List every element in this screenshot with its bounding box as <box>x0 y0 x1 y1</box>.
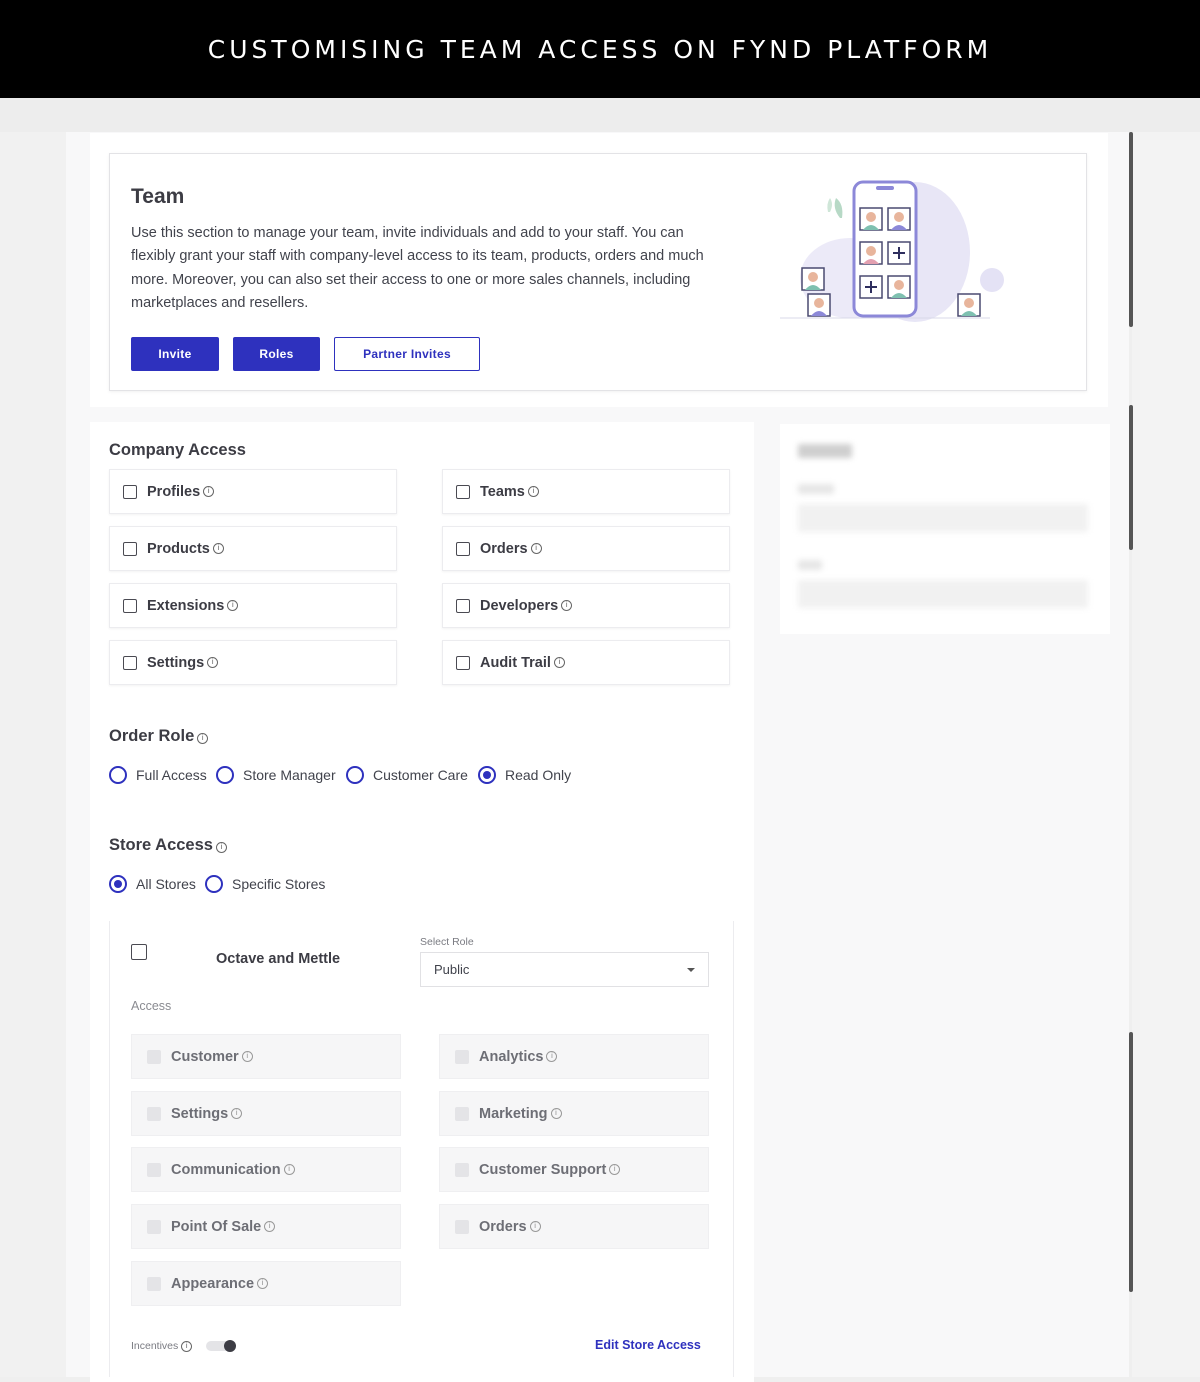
store-access-title: Store Access i <box>109 836 227 855</box>
team-illustration <box>780 180 1004 322</box>
info-icon: i <box>609 1164 621 1175</box>
incentives-toggle[interactable] <box>204 1339 238 1353</box>
checkbox-disabled <box>147 1106 161 1121</box>
company-access-developers[interactable]: Developers i <box>442 583 730 628</box>
checkbox-disabled <box>455 1162 469 1177</box>
tutorial-banner: CUSTOMISING TEAM ACCESS ON FYND PLATFORM <box>0 0 1200 98</box>
checkbox-disabled <box>147 1049 161 1064</box>
info-icon[interactable]: i <box>207 657 219 668</box>
radio-store-manager[interactable]: Store Manager <box>216 766 336 784</box>
info-icon[interactable]: i <box>527 486 539 497</box>
company-access-title: Company Access <box>109 441 246 459</box>
info-icon: i <box>241 1051 253 1062</box>
store-access-settings: Settings i <box>131 1091 401 1136</box>
right-gutter <box>1132 132 1200 1377</box>
info-icon[interactable]: i <box>203 486 215 497</box>
company-access-settings[interactable]: Settings i <box>109 640 397 685</box>
radio-read-only[interactable]: Read Only <box>478 766 571 784</box>
company-access-extensions[interactable]: Extensions i <box>109 583 397 628</box>
radio-button[interactable] <box>346 766 364 784</box>
info-icon[interactable]: i <box>553 657 565 668</box>
checkbox[interactable] <box>123 598 137 613</box>
checkbox[interactable] <box>456 598 470 613</box>
store-checkbox[interactable] <box>131 944 147 960</box>
radio-button-selected[interactable] <box>478 766 496 784</box>
radio-button[interactable] <box>205 875 223 893</box>
left-gutter <box>0 132 66 1377</box>
details-panel-blurred <box>780 424 1110 634</box>
company-access-audit-trail[interactable]: Audit Trail i <box>442 640 730 685</box>
radio-customer-care[interactable]: Customer Care <box>346 766 468 784</box>
checkbox-disabled <box>455 1219 469 1234</box>
company-access-orders[interactable]: Orders i <box>442 526 730 571</box>
access-label: Access <box>131 999 172 1013</box>
roles-button[interactable]: Roles <box>233 337 320 371</box>
store-access-appearance: Appearance i <box>131 1261 401 1306</box>
info-icon: i <box>283 1164 295 1175</box>
store-access-marketing: Marketing i <box>439 1091 709 1136</box>
info-icon: i <box>529 1221 541 1232</box>
radio-full-access[interactable]: Full Access <box>109 766 207 784</box>
checkbox[interactable] <box>456 484 470 499</box>
checkbox[interactable] <box>123 655 137 670</box>
radio-specific-stores[interactable]: Specific Stores <box>205 875 325 893</box>
info-icon[interactable]: i <box>561 600 573 611</box>
partner-invites-button[interactable]: Partner Invites <box>334 337 480 371</box>
incentives-label: Incentives i <box>131 1340 193 1352</box>
company-access-teams[interactable]: Teams i <box>442 469 730 514</box>
checkbox-disabled <box>455 1049 469 1064</box>
checkbox[interactable] <box>123 541 137 556</box>
radio-button-selected[interactable] <box>109 875 127 893</box>
info-icon: i <box>257 1278 269 1289</box>
checkbox-disabled <box>455 1106 469 1121</box>
radio-all-stores[interactable]: All Stores <box>109 875 196 893</box>
order-role-title: Order Role i <box>109 727 209 746</box>
scrollbar-thumb[interactable] <box>1129 132 1133 327</box>
select-role-label: Select Role <box>420 936 474 948</box>
info-icon[interactable]: i <box>212 543 224 554</box>
company-access-profiles[interactable]: Profiles i <box>109 469 397 514</box>
app-top-strip <box>0 98 1200 133</box>
info-icon[interactable]: i <box>215 842 227 853</box>
store-name: Octave and Mettle <box>216 951 341 967</box>
info-icon[interactable]: i <box>181 1341 193 1352</box>
scrollbar-thumb-secondary[interactable] <box>1129 405 1133 550</box>
store-access-customer: Customer i <box>131 1034 401 1079</box>
checkbox[interactable] <box>456 541 470 556</box>
store-access-communication: Communication i <box>131 1147 401 1192</box>
scrollbar-thumb-lower[interactable] <box>1129 1032 1133 1292</box>
info-icon[interactable]: i <box>227 600 239 611</box>
checkbox-disabled <box>147 1162 161 1177</box>
store-access-orders: Orders i <box>439 1204 709 1249</box>
store-access-customer-support: Customer Support i <box>439 1147 709 1192</box>
checkbox-disabled <box>147 1276 161 1291</box>
info-icon: i <box>550 1108 562 1119</box>
checkbox[interactable] <box>456 655 470 670</box>
checkbox[interactable] <box>123 484 137 499</box>
store-access-analytics: Analytics i <box>439 1034 709 1079</box>
info-icon: i <box>231 1108 243 1119</box>
company-access-products[interactable]: Products i <box>109 526 397 571</box>
team-description: Use this section to manage your team, in… <box>131 225 704 312</box>
radio-button[interactable] <box>109 766 127 784</box>
checkbox-disabled <box>147 1219 161 1234</box>
select-role-dropdown[interactable]: Public <box>420 952 709 987</box>
caret-down-icon <box>687 968 695 972</box>
info-icon: i <box>546 1051 558 1062</box>
invite-button[interactable]: Invite <box>131 337 219 371</box>
radio-button[interactable] <box>216 766 234 784</box>
edit-store-access-link[interactable]: Edit Store Access <box>595 1338 701 1352</box>
banner-title: CUSTOMISING TEAM ACCESS ON FYND PLATFORM <box>207 34 993 64</box>
info-icon[interactable]: i <box>530 543 542 554</box>
team-title: Team <box>131 185 185 208</box>
store-access-point-of-sale: Point Of Sale i <box>131 1204 401 1249</box>
info-icon[interactable]: i <box>197 733 209 744</box>
info-icon: i <box>264 1221 276 1232</box>
